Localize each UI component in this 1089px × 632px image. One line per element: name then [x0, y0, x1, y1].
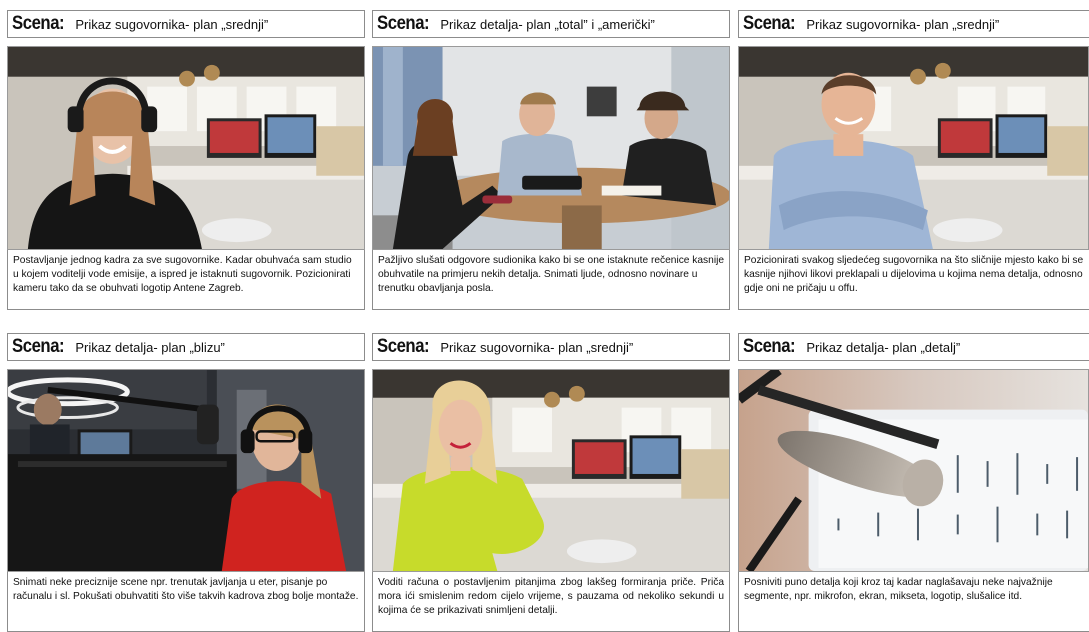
panel-caption: Pažljivo slušati odgovore sudionika kako…: [372, 250, 730, 310]
panel-title: Scena: Prikaz detalja- plan „detalj”: [738, 333, 1089, 361]
scene-description: Prikaz detalja- plan „detalj”: [806, 339, 961, 355]
photo-microphone-waveform: [738, 369, 1089, 572]
scene-description: Prikaz detalja- plan „blizu”: [75, 339, 225, 355]
storyboard-panel-5: Scena: Prikaz sugovornika- plan „srednji…: [372, 333, 730, 632]
storyboard-panel-1: Scena: Prikaz sugovornika- plan „srednji…: [7, 10, 365, 310]
scene-label: Scena:: [12, 13, 65, 34]
panel-title: Scena: Prikaz detalja- plan „total” i „a…: [372, 10, 730, 38]
storyboard-panel-4: Scena: Prikaz detalja- plan „blizu” Snim…: [7, 333, 365, 632]
scene-description: Prikaz sugovornika- plan „srednji”: [806, 16, 1000, 32]
panel-title: Scena: Prikaz sugovornika- plan „srednji…: [738, 10, 1089, 38]
photo-meeting-table: [372, 46, 730, 250]
scene-label: Scena:: [12, 336, 65, 357]
panel-title: Scena: Prikaz detalja- plan „blizu”: [7, 333, 365, 361]
photo-studio-woman-headphones: [7, 46, 365, 250]
scene-description: Prikaz detalja- plan „total” i „američki…: [440, 16, 655, 32]
scene-label: Scena:: [743, 13, 796, 34]
photo-studio-woman-yellow: [372, 369, 730, 572]
panel-caption: Posniviti puno detalja koji kroz taj kad…: [738, 572, 1089, 632]
scene-description: Prikaz sugovornika- plan „srednji”: [440, 339, 634, 355]
scene-label: Scena:: [377, 13, 430, 34]
scene-description: Prikaz sugovornika- plan „srednji”: [75, 16, 269, 32]
photo-radio-host-microphone: [7, 369, 365, 572]
panel-title: Scena: Prikaz sugovornika- plan „srednji…: [372, 333, 730, 361]
scene-label: Scena:: [743, 336, 796, 357]
photo-studio-man-arms-crossed: [738, 46, 1089, 250]
panel-caption: Snimati neke preciznije scene npr. trenu…: [7, 572, 365, 632]
panel-caption: Voditi računa o postavljenim pitanjima z…: [372, 572, 730, 632]
panel-caption: Pozicionirati svakog sljedećeg sugovorni…: [738, 250, 1089, 310]
scene-label: Scena:: [377, 336, 430, 357]
panel-caption: Postavljanje jednog kadra za sve sugovor…: [7, 250, 365, 310]
storyboard-panel-3: Scena: Prikaz sugovornika- plan „srednji…: [738, 10, 1089, 310]
storyboard-panel-2: Scena: Prikaz detalja- plan „total” i „a…: [372, 10, 730, 310]
panel-title: Scena: Prikaz sugovornika- plan „srednji…: [7, 10, 365, 38]
storyboard-panel-6: Scena: Prikaz detalja- plan „detalj” Pos…: [738, 333, 1089, 632]
